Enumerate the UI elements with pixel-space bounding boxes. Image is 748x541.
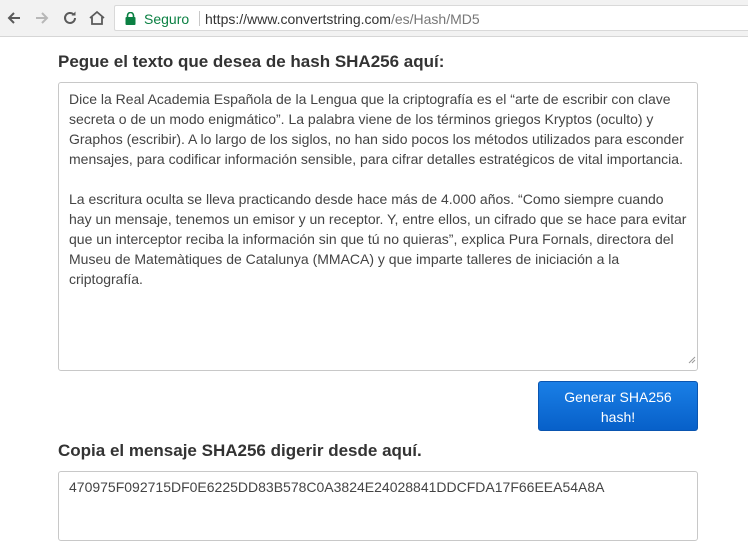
input-paragraph-2: La escritura oculta se lleva practicando… bbox=[69, 191, 687, 287]
lock-icon bbox=[125, 11, 136, 30]
address-bar[interactable]: Seguro https://www.convertstring.com/es/… bbox=[114, 5, 748, 31]
output-heading: Copia el mensaje SHA256 digerir desde aq… bbox=[58, 441, 422, 460]
secure-label: Seguro bbox=[144, 11, 190, 27]
generate-hash-button[interactable]: Generar SHA256 hash! bbox=[538, 381, 698, 431]
output-textarea[interactable]: 470975F092715DF0E6225DD83B578C0A3824E240… bbox=[58, 471, 698, 541]
address-separator bbox=[199, 11, 200, 26]
browser-toolbar: Seguro https://www.convertstring.com/es/… bbox=[0, 0, 748, 37]
hash-output-value: 470975F092715DF0E6225DD83B578C0A3824E240… bbox=[69, 479, 605, 495]
forward-arrow-icon[interactable] bbox=[32, 8, 52, 28]
url-text[interactable]: https://www.convertstring.com/es/Hash/MD… bbox=[205, 11, 480, 27]
back-arrow-icon[interactable] bbox=[4, 8, 24, 28]
input-heading: Pegue el texto que desea de hash SHA256 … bbox=[58, 52, 445, 71]
generate-button-line1: Generar SHA256 bbox=[564, 389, 672, 405]
url-path: /es/Hash/MD5 bbox=[390, 11, 480, 27]
resize-grip-icon[interactable] bbox=[686, 349, 696, 369]
generate-button-line2: hash! bbox=[600, 409, 636, 425]
input-textarea[interactable]: Dice la Real Academia Española de la Len… bbox=[58, 82, 698, 371]
url-host: https://www.convertstring.com bbox=[205, 11, 391, 27]
input-paragraph-1: Dice la Real Academia Española de la Len… bbox=[69, 91, 684, 167]
home-icon[interactable] bbox=[87, 8, 107, 28]
reload-icon[interactable] bbox=[60, 8, 80, 28]
